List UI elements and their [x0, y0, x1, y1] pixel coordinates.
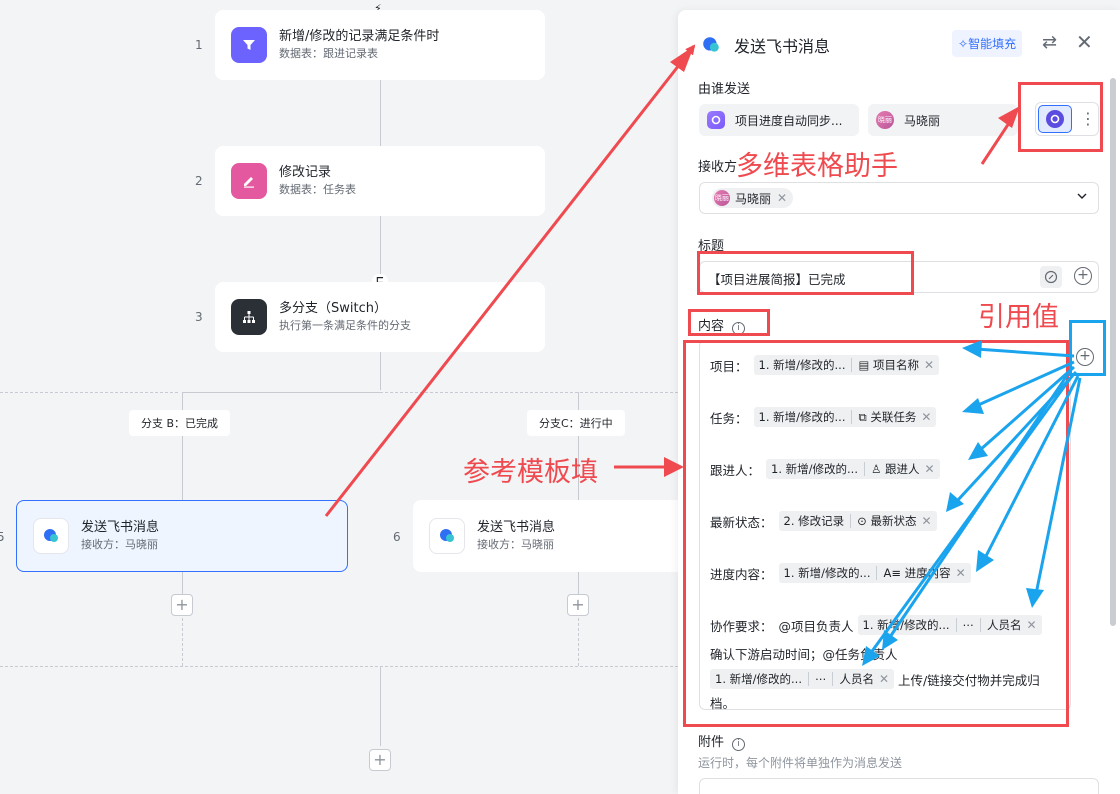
- swap-icon[interactable]: ⇄: [1042, 32, 1057, 53]
- add-step-button[interactable]: +: [369, 749, 391, 771]
- panel-title: 发送飞书消息: [734, 37, 831, 56]
- magic-fill-icon[interactable]: [1040, 266, 1062, 288]
- node-title: 发送飞书消息: [81, 520, 160, 535]
- highlight-box-content: [683, 340, 1069, 727]
- receiver-label: 接收方: [698, 160, 738, 175]
- ai-fill-label: 智能填充: [968, 37, 1017, 51]
- node-title: 新增/修改的记录满足条件时: [279, 29, 440, 44]
- highlight-box-insert: [1069, 320, 1106, 376]
- branch-tag-c[interactable]: 分支C：进行中: [527, 410, 625, 436]
- node-subtitle: 接收方：马晓丽: [81, 538, 158, 551]
- branch-line: [182, 392, 380, 393]
- receiver-tag[interactable]: 晓丽 马晓丽 ✕: [712, 188, 794, 208]
- avatar: 晓丽: [714, 190, 730, 206]
- close-icon[interactable]: ✕: [1076, 30, 1093, 54]
- receiver-name: 马晓丽: [735, 191, 772, 206]
- node-title: 发送飞书消息: [477, 520, 556, 535]
- highlight-box-title: [697, 251, 914, 295]
- dash-line: [0, 666, 678, 667]
- dash-line: [182, 618, 183, 666]
- connector-line: [380, 666, 381, 746]
- node-send-message[interactable]: 发送飞书消息 接收方：马晓丽: [413, 500, 678, 572]
- avatar: 晓丽: [876, 111, 894, 129]
- branch-line: [182, 572, 183, 594]
- feishu-message-icon: [429, 518, 465, 554]
- branch-line: [578, 572, 579, 594]
- feishu-message-icon: [33, 518, 69, 554]
- add-step-button[interactable]: +: [171, 594, 193, 616]
- branch-icon: [231, 299, 267, 335]
- attachment-field[interactable]: [699, 778, 1099, 794]
- attachment-label: 附件 i: [698, 731, 746, 751]
- branch-line: [182, 392, 183, 500]
- node-title: 多分支（Switch）: [279, 301, 387, 316]
- step-number: 5: [0, 530, 5, 544]
- highlight-box-assistant: [1018, 82, 1103, 152]
- node-subtitle: 接收方：马晓丽: [477, 538, 554, 551]
- sender-bot-name: 项目进度自动同步...: [735, 113, 843, 128]
- step-number: 6: [393, 530, 401, 544]
- chevron-down-icon: [1076, 190, 1088, 206]
- highlight-box-content-label: [688, 309, 770, 336]
- sender-user-name: 马晓丽: [904, 113, 941, 128]
- step-number: 2: [195, 174, 203, 188]
- annotation-template: 参考模板填: [463, 457, 598, 488]
- sender-bot-chip[interactable]: 项目进度自动同步...: [699, 104, 859, 136]
- dash-line: [578, 618, 579, 666]
- feishu-message-icon: [698, 32, 724, 58]
- node-switch[interactable]: 多分支（Switch） 执行第一条满足条件的分支: [215, 282, 545, 352]
- sender-label: 由谁发送: [698, 82, 751, 97]
- node-modify-record[interactable]: 修改记录 数据表：任务表: [215, 146, 545, 216]
- dash-line: [0, 392, 178, 393]
- node-subtitle: 数据表：任务表: [279, 183, 356, 196]
- info-icon: i: [732, 738, 746, 751]
- node-subtitle: 执行第一条满足条件的分支: [279, 319, 411, 332]
- sender-user-chip[interactable]: 晓丽 马晓丽: [868, 104, 1018, 136]
- annotation-ref-value: 引用值: [978, 302, 1059, 333]
- edit-icon: [231, 163, 267, 199]
- node-title: 修改记录: [279, 165, 332, 180]
- add-step-button[interactable]: +: [567, 594, 589, 616]
- node-trigger[interactable]: 新增/修改的记录满足条件时 数据表：跟进记录表: [215, 10, 545, 80]
- scrollbar[interactable]: [1110, 78, 1116, 626]
- annotation-assistant: 多维表格助手: [736, 151, 898, 182]
- step-number: 1: [195, 38, 203, 52]
- step-number: 3: [195, 310, 203, 324]
- node-send-message-selected[interactable]: 发送飞书消息 接收方：马晓丽: [16, 500, 348, 572]
- receiver-select[interactable]: 晓丽 马晓丽 ✕: [699, 182, 1099, 214]
- remove-icon[interactable]: ✕: [777, 191, 787, 205]
- ai-fill-button[interactable]: ✧智能填充: [952, 30, 1023, 57]
- dash-line: [380, 392, 678, 393]
- node-subtitle: 数据表：跟进记录表: [279, 47, 378, 60]
- filter-icon: [231, 27, 267, 63]
- attachment-hint: 运行时，每个附件将单独作为消息发送: [698, 756, 903, 770]
- branch-tag-b[interactable]: 分支 B：已完成: [129, 410, 231, 436]
- insert-reference-icon[interactable]: +: [1074, 267, 1092, 285]
- sparkle-icon: ✧: [958, 37, 969, 51]
- bot-icon: [707, 111, 725, 129]
- attachment-label-text: 附件: [698, 735, 725, 750]
